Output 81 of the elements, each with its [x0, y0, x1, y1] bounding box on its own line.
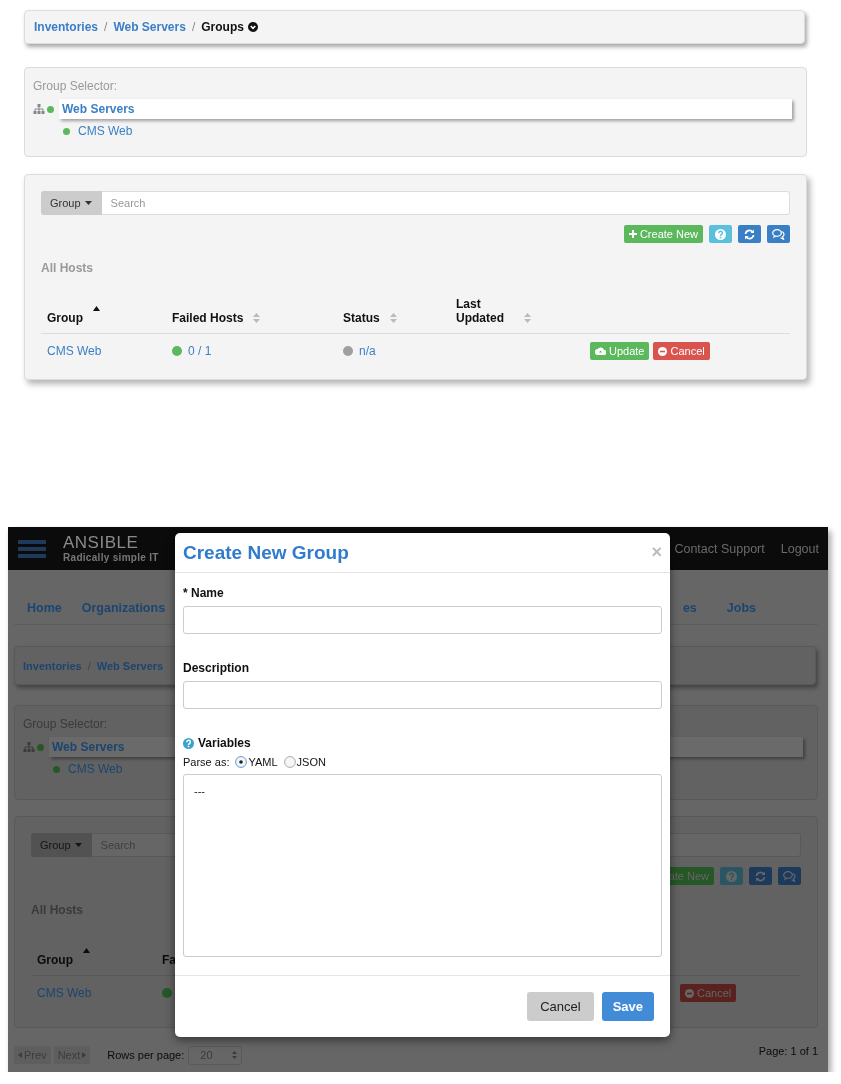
header-link[interactable]: Contact Support [674, 541, 765, 556]
tree-structure-icon [23, 742, 35, 752]
chat-button[interactable] [767, 225, 790, 243]
nav-link[interactable]: es [682, 601, 697, 624]
filter-dropdown-button[interactable]: Group [31, 833, 92, 857]
column-header: Last Updated [456, 297, 505, 325]
update-button[interactable]: Update [590, 342, 650, 360]
help-icon [183, 737, 194, 749]
cancel-button[interactable]: Cancel [527, 992, 594, 1021]
breadcrumb-separator: / [86, 659, 92, 672]
column-header: Fa [162, 953, 176, 967]
breadcrumb-link[interactable]: Web Servers [96, 659, 164, 672]
header-link[interactable]: Logout [780, 541, 819, 556]
status-link[interactable]: n/a [359, 344, 376, 358]
minus-circle-icon [685, 988, 694, 998]
create-new-button[interactable]: Create New [623, 225, 703, 243]
column-header: Group [47, 311, 83, 325]
modal-title: Create New Group [183, 541, 349, 564]
search-field[interactable]: Search [101, 191, 790, 215]
column-header: Status [343, 311, 380, 325]
refresh-button[interactable] [749, 867, 772, 885]
group-selector-title: Group Selector: [33, 78, 119, 95]
failed-hosts-link[interactable]: 0 / 1 [188, 344, 212, 358]
tree-item[interactable]: Web Servers [59, 99, 792, 119]
parse-as-label: Parse as: [183, 756, 230, 768]
radio-label: YAML [248, 756, 278, 768]
nav-link[interactable]: Organizations [81, 601, 166, 624]
caret-icon [84, 201, 92, 205]
input-field[interactable] [183, 606, 662, 634]
field-label: * Name [183, 586, 224, 600]
column-header: Group [37, 953, 73, 967]
radio-button-icon[interactable] [283, 756, 296, 768]
page-info: Page: 1 of 1 [758, 1045, 818, 1057]
nav-link[interactable]: Home [27, 601, 62, 624]
radio-button-icon[interactable] [235, 756, 248, 768]
cancel-button[interactable]: Cancel [680, 984, 737, 1002]
save-button[interactable]: Save [601, 992, 654, 1021]
breadcrumb-separator: / [190, 20, 197, 34]
tagline: Radically simple IT [63, 553, 159, 563]
group-link[interactable]: CMS Web [37, 986, 92, 1000]
field-label: Description [183, 661, 249, 675]
rows-per-page-label: Rows per page: [107, 1049, 185, 1061]
group-link[interactable]: CMS Web [47, 344, 102, 358]
cloud-upload-icon [595, 347, 606, 355]
tree-item[interactable]: CMS Web [65, 759, 126, 779]
logo: ANSIBLE [63, 534, 140, 551]
caret-left-icon [18, 1052, 22, 1058]
variables-editor[interactable]: --- [183, 774, 662, 957]
help-icon [715, 228, 726, 240]
help-button[interactable] [720, 867, 743, 885]
plus-icon [628, 230, 637, 238]
chevron-down-icon [247, 22, 258, 32]
cancel-button[interactable]: Cancel [653, 342, 710, 360]
help-icon [726, 870, 737, 882]
tree-item[interactable]: CMS Web [75, 121, 136, 141]
refresh-button[interactable] [738, 225, 761, 243]
help-button[interactable] [709, 225, 732, 243]
section-title: All Hosts [41, 261, 94, 277]
refresh-icon [755, 870, 766, 882]
caret-right-icon [82, 1052, 87, 1058]
breadcrumb-separator: / [103, 20, 109, 34]
breadcrumb-link[interactable]: Inventories [34, 20, 99, 34]
menu-icon [18, 538, 46, 559]
breadcrumb-link[interactable]: Web Servers [113, 20, 186, 34]
radio-label: JSON [296, 756, 326, 768]
breadcrumb-link[interactable]: Inventories [23, 659, 82, 672]
column-header: Failed Hosts [172, 311, 244, 325]
chat-icon [772, 228, 785, 240]
nav-link[interactable]: Jobs [726, 601, 756, 624]
tree-structure-icon [33, 104, 45, 114]
field-label: Variables [198, 736, 251, 750]
caret-icon [74, 843, 82, 847]
minus-circle-icon [658, 346, 668, 356]
chat-icon [783, 870, 796, 882]
close-button[interactable]: × [651, 542, 662, 563]
chat-button[interactable] [778, 867, 801, 885]
breadcrumb-current: Groups [201, 20, 244, 34]
refresh-icon [744, 228, 755, 240]
filter-dropdown-button[interactable]: Group [41, 191, 102, 215]
input-field[interactable] [183, 681, 662, 709]
up-down-icon [232, 1051, 238, 1059]
